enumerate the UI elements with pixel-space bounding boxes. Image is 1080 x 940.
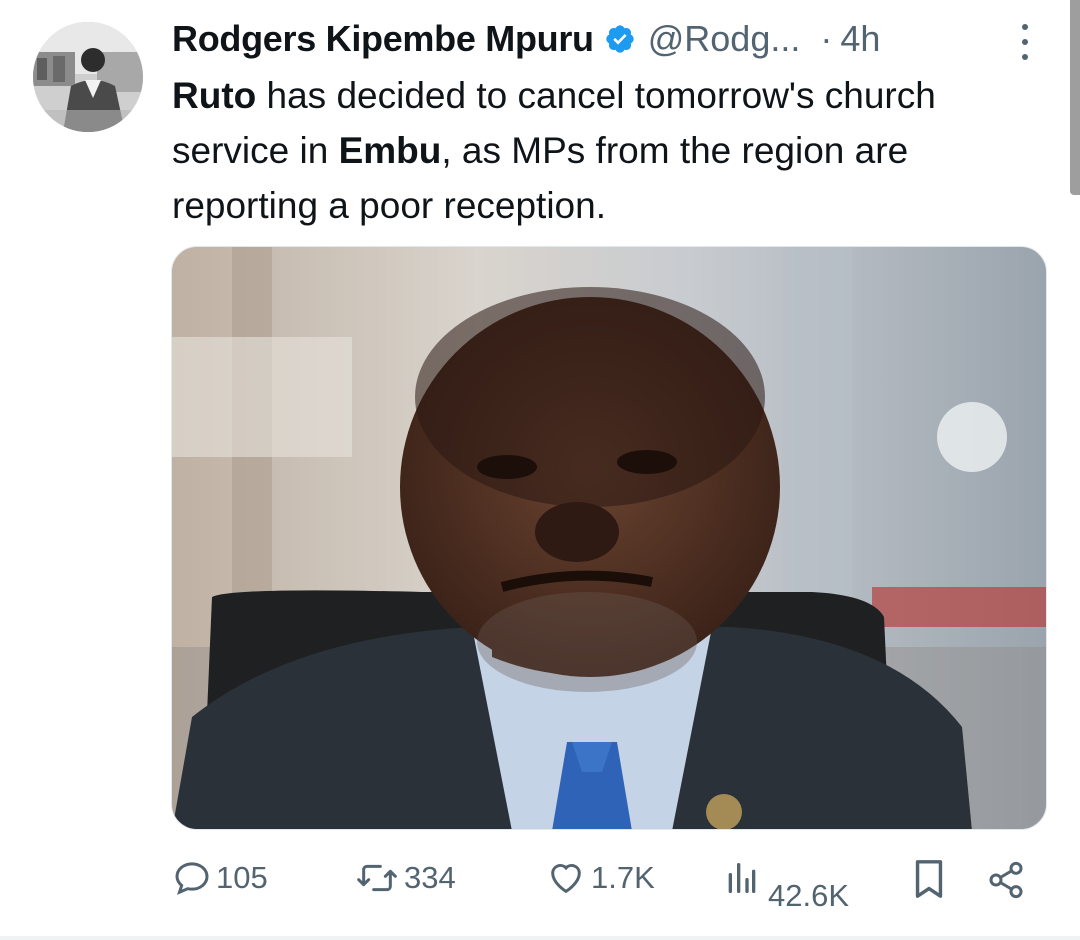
divider [0, 936, 1080, 940]
more-vertical-icon[interactable] [1012, 22, 1038, 62]
heart-icon [545, 858, 587, 898]
author-name[interactable]: Rodgers Kipembe Mpuru [172, 18, 594, 60]
view-count: 42.6K [768, 878, 850, 913]
tweet-text: Ruto has decided to cancel tomorrow's ch… [172, 68, 1052, 233]
tweet-photo[interactable] [171, 246, 1047, 830]
repost-count: 334 [404, 860, 456, 895]
verified-badge-icon [604, 23, 636, 55]
views-bar-chart-icon [724, 858, 760, 898]
share-icon [986, 860, 1026, 900]
mention-embu: Embu [338, 130, 442, 171]
mention-ruto: Ruto [172, 75, 257, 116]
share-button[interactable] [986, 860, 1026, 900]
repost-icon [354, 858, 400, 898]
post-timestamp[interactable]: 4h [840, 18, 880, 60]
action-bar: 105 334 1.7K 42.6K [0, 848, 1080, 928]
author-avatar[interactable] [33, 22, 143, 132]
scrollbar[interactable] [1070, 0, 1080, 195]
views-button[interactable] [724, 858, 760, 898]
reply-button[interactable]: 105 [172, 858, 268, 898]
tweet-header: Rodgers Kipembe Mpuru @Rodg... · 4h [172, 14, 1052, 64]
bookmark-icon [912, 858, 946, 900]
views-count-wrap: 42.6K [768, 878, 849, 914]
bookmark-button[interactable] [912, 858, 946, 900]
like-button[interactable]: 1.7K [545, 858, 655, 898]
tweet[interactable]: Rodgers Kipembe Mpuru @Rodg... · 4h Ruto… [0, 0, 1080, 940]
separator-dot: · [820, 18, 833, 59]
author-handle[interactable]: @Rodg... [648, 18, 801, 60]
reply-bubble-icon [172, 858, 212, 898]
like-count: 1.7K [591, 860, 655, 895]
reply-count: 105 [216, 860, 268, 895]
repost-button[interactable]: 334 [354, 858, 456, 898]
